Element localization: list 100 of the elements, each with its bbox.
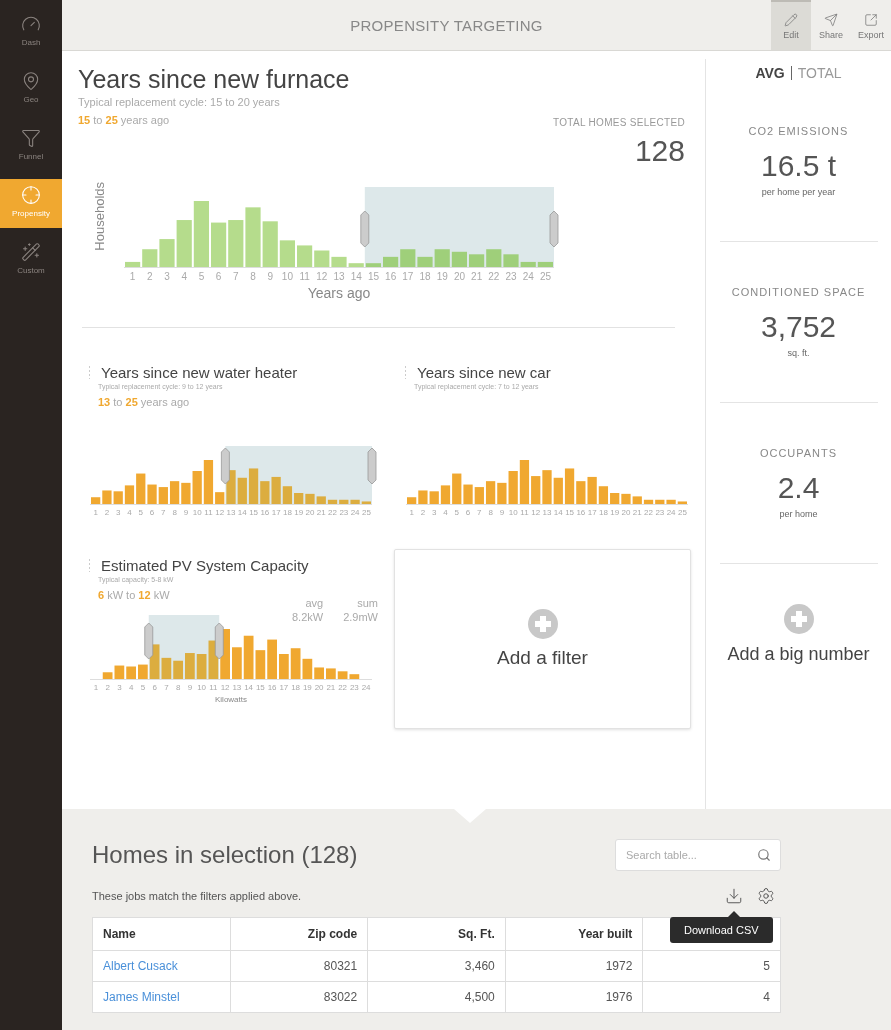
axis-tick-label: 15	[248, 507, 260, 517]
axis-label: Kilowatts	[215, 694, 247, 704]
axis-tick-label: 20	[620, 507, 632, 517]
axis-tick-label: 10	[280, 270, 294, 282]
sidebar-item[interactable]: Funnel	[0, 122, 62, 171]
range-handle[interactable]	[220, 447, 230, 485]
axis-tick-label: 25	[538, 270, 553, 282]
axis-tick-label: 4	[442, 507, 449, 517]
axis-tick-label: 5	[139, 682, 147, 692]
bar	[267, 639, 277, 679]
bar	[542, 469, 552, 504]
bar	[305, 493, 315, 504]
toolbar-button[interactable]: Share	[811, 0, 851, 50]
axis-tick-label: 5	[197, 270, 206, 282]
toolbar-button[interactable]: Edit	[771, 0, 811, 50]
range-handle[interactable]	[549, 210, 559, 248]
axis-tick-label: 25	[676, 507, 688, 517]
axis-tick-label: 6	[464, 507, 472, 517]
bar	[621, 493, 631, 504]
axis-tick-label: 7	[160, 507, 167, 517]
tooltip: Download CSV	[670, 917, 773, 943]
column-header[interactable]: Zip code	[230, 917, 368, 951]
axis-tick-label: 2	[104, 682, 111, 692]
selected-range: 15 to 25 years ago	[78, 114, 171, 126]
axis-tick-label: 9	[182, 507, 190, 517]
axis-tick-label: 13	[231, 682, 243, 692]
axis-tick-label: 10	[191, 507, 203, 517]
range-handle[interactable]	[367, 447, 377, 485]
sidebar-item[interactable]: Custom	[0, 236, 62, 285]
add-big-number-button[interactable]: Add a big number	[727, 604, 870, 665]
sidebar-item[interactable]: Dash	[0, 8, 62, 57]
search-field[interactable]: Search table...	[615, 839, 781, 871]
paper-plane-icon	[824, 12, 838, 27]
axis-tick-label: 23	[504, 270, 518, 282]
axis-tick-label: 1	[92, 682, 100, 692]
axis-tick-label: 6	[148, 507, 156, 517]
sidebar-item[interactable]: Geo	[0, 65, 62, 114]
drag-handle-icon[interactable]	[88, 365, 91, 380]
axis-tick-label: 13	[225, 507, 237, 517]
axis-tick-label: 16	[259, 507, 271, 517]
map-pin-icon	[21, 71, 41, 91]
bar	[193, 200, 209, 267]
column-header[interactable]: Year built	[505, 917, 643, 951]
filter-title: Estimated PV System Capacity	[88, 556, 378, 574]
metric-label: CO2 EMISSIONS	[748, 125, 849, 137]
axis-tick-label: 1	[92, 507, 99, 517]
range-handle[interactable]	[214, 622, 224, 660]
axis-tick-label: 23	[654, 507, 666, 517]
toolbar-button[interactable]: Export	[851, 0, 891, 50]
column-header[interactable]: Name	[92, 917, 231, 951]
axis-tick-label: 1	[408, 507, 415, 517]
axis-tick-label: 22	[643, 507, 654, 517]
bar	[228, 219, 244, 267]
range-handle[interactable]	[360, 210, 370, 248]
axis-tick-label: 16	[575, 507, 587, 517]
axis-tick-label: 12	[530, 507, 542, 517]
metric-unit: sq. ft.	[787, 348, 810, 358]
axis-tick-label: 19	[435, 270, 449, 282]
axis-tick-label: 9	[498, 507, 506, 517]
drag-handle-icon[interactable]	[404, 365, 407, 380]
axis-tick-label: 14	[552, 507, 564, 517]
axis-tick-label: 8	[174, 682, 182, 692]
stat-value: 2.9mW	[343, 610, 378, 623]
settings-button[interactable]	[757, 887, 775, 905]
table-cell: 3,460	[367, 950, 506, 982]
plus-circle-icon	[783, 604, 814, 634]
axis-tick-label: 17	[270, 507, 282, 517]
axis-tick-label: 18	[597, 507, 609, 517]
axis-tick-label: 3	[116, 682, 123, 692]
range-handle[interactable]	[144, 622, 154, 660]
axis-tick-label: 20	[452, 270, 466, 282]
toggle-option[interactable]: AVG	[755, 65, 785, 81]
table-cell: 1972	[505, 950, 643, 982]
table-cell: 5	[642, 950, 781, 982]
column-header[interactable]: Sq. Ft.	[367, 917, 506, 951]
axis-tick-label: 21	[470, 270, 484, 282]
bar	[211, 222, 227, 267]
plus-circle-icon	[527, 608, 558, 639]
add-filter-card[interactable]: Add a filter	[394, 548, 691, 729]
axis-tick-label: 15	[366, 270, 380, 282]
axis-tick-label: 19	[293, 507, 305, 517]
axis-tick-label: 4	[127, 682, 135, 692]
axis-tick-label: 7	[163, 682, 170, 692]
table-cell: 4,500	[367, 981, 506, 1013]
axis-tick-label: 1	[128, 270, 137, 282]
axis-tick-label: 16	[384, 270, 398, 282]
table-cell: 4	[642, 981, 781, 1013]
axis-tick-label: 2	[419, 507, 427, 517]
search-icon	[757, 848, 771, 862]
axis-tick-label: 6	[214, 270, 223, 282]
axis-tick-label: 22	[337, 682, 349, 692]
axis-label: Households	[93, 182, 107, 251]
axis-tick-label: 23	[348, 682, 360, 692]
selected-range: 6 kW to 12 kW	[98, 588, 171, 601]
axis-tick-label: 13	[332, 270, 346, 282]
axis-tick-label: 14	[349, 270, 363, 282]
axis-tick-label: 5	[453, 507, 460, 517]
drag-handle-icon[interactable]	[88, 558, 91, 573]
toggle-option[interactable]: TOTAL	[797, 65, 842, 81]
download-button[interactable]	[725, 887, 743, 905]
